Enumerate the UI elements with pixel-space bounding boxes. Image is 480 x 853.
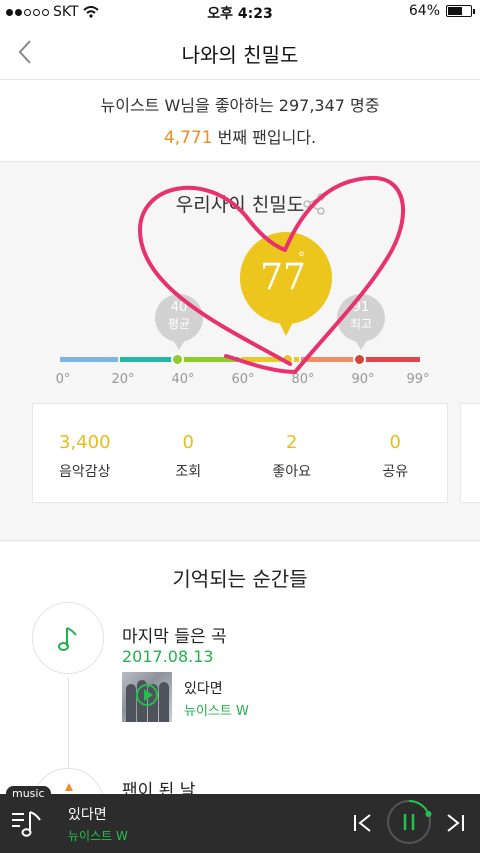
stat-label: 음악감상 xyxy=(58,464,111,480)
page-title: 나와의 친밀도 xyxy=(181,43,299,67)
stat-listen: 3,400 음악감상 xyxy=(33,404,137,502)
average-label: 평균 xyxy=(167,317,191,331)
fan-rank-text: 4,771 번째 팬입니다. xyxy=(0,124,480,148)
stat-label: 공유 xyxy=(382,464,409,480)
battery-percent: 64% xyxy=(408,3,440,19)
current-bubble-tip xyxy=(278,320,294,336)
mini-player[interactable]: music 있다면 뉴이스트 W xyxy=(0,786,480,853)
max-label: 최고 xyxy=(349,317,373,331)
fan-count-text: 뉴이스트 W님을 좋아하는 297,347 명중 xyxy=(100,96,380,115)
moment-date: 2017.08.13 xyxy=(122,647,214,666)
stat-value: 2 xyxy=(286,432,298,453)
average-bubble: 40 평균 xyxy=(155,294,203,342)
fan-rank-suffix: 번째 팬입니다. xyxy=(212,128,317,147)
degree-symbol: ° xyxy=(298,250,305,266)
player-artist[interactable]: 뉴이스트 W xyxy=(68,827,128,844)
tick-label: 60° xyxy=(231,372,255,387)
moment-label: 마지막 들은 곡 xyxy=(122,627,227,647)
fan-info: 뉴이스트 W님을 좋아하는 297,347 명중 4,771 번째 팬입니다. xyxy=(0,80,480,162)
music-note-icon xyxy=(58,627,77,651)
stat-label: 조회 xyxy=(175,464,202,480)
stat-value: 3,400 xyxy=(58,432,111,453)
stat-value: 0 xyxy=(182,432,194,453)
previous-track-icon[interactable] xyxy=(352,812,374,834)
average-marker xyxy=(171,353,184,366)
max-bubble: 91 최고 xyxy=(337,294,385,342)
fan-rank-number: 4,771 xyxy=(163,128,213,148)
scale-segment xyxy=(361,357,420,362)
tick-label: 0° xyxy=(55,372,71,387)
stat-views: 0 조회 xyxy=(137,404,241,502)
max-marker xyxy=(353,353,366,366)
average-value: 40 xyxy=(170,300,188,315)
activity-stats-card: 3,400 음악감상 0 조회 2 좋아요 0 공유 xyxy=(32,403,448,503)
stat-value: 0 xyxy=(389,432,401,453)
intimacy-scale-bar xyxy=(60,357,420,362)
section-divider xyxy=(0,540,480,541)
scale-segment xyxy=(180,357,239,362)
stat-label: 좋아요 xyxy=(272,464,312,480)
music-tag: music xyxy=(6,786,51,801)
battery-info: 64% xyxy=(408,3,475,19)
moments-title: 기억되는 순간들 xyxy=(172,567,308,591)
next-card-peek[interactable] xyxy=(460,403,480,503)
tick-label: 20° xyxy=(111,372,135,387)
max-bubble-tip xyxy=(355,340,367,350)
tick-label: 40° xyxy=(171,372,195,387)
current-marker xyxy=(281,353,294,366)
moment-icon-circle xyxy=(32,602,104,674)
average-bubble-tip xyxy=(173,340,185,350)
stat-likes: 2 좋아요 xyxy=(240,404,344,502)
scale-segment xyxy=(60,357,119,362)
scale-ticks: 0° 20° 40° 60° 80° 90° 99° xyxy=(0,372,480,390)
max-value: 91 xyxy=(352,300,370,315)
battery-icon xyxy=(446,5,475,17)
playlist-icon[interactable] xyxy=(10,808,46,840)
stat-shares: 0 공유 xyxy=(344,404,448,502)
status-bar: SKT 오후 4:23 64% xyxy=(0,0,480,24)
scale-segment xyxy=(120,357,179,362)
song-title[interactable]: 있다면 xyxy=(184,678,223,698)
play-icon[interactable] xyxy=(136,684,158,706)
song-artist[interactable]: 뉴이스트 W xyxy=(184,700,249,719)
share-icon[interactable] xyxy=(302,192,326,216)
scale-segment xyxy=(301,357,360,362)
tick-label: 90° xyxy=(351,372,375,387)
tick-label: 80° xyxy=(291,372,315,387)
pause-button[interactable] xyxy=(385,798,433,846)
player-song-title[interactable]: 있다면 xyxy=(68,804,107,824)
current-intimacy-bubble: 77 ° xyxy=(240,232,332,324)
next-track-icon[interactable] xyxy=(444,812,466,834)
top-nav: 나와의 친밀도 xyxy=(0,24,480,80)
tick-label: 99° xyxy=(406,372,430,387)
intimacy-title: 우리사이 친밀도 xyxy=(175,194,305,216)
